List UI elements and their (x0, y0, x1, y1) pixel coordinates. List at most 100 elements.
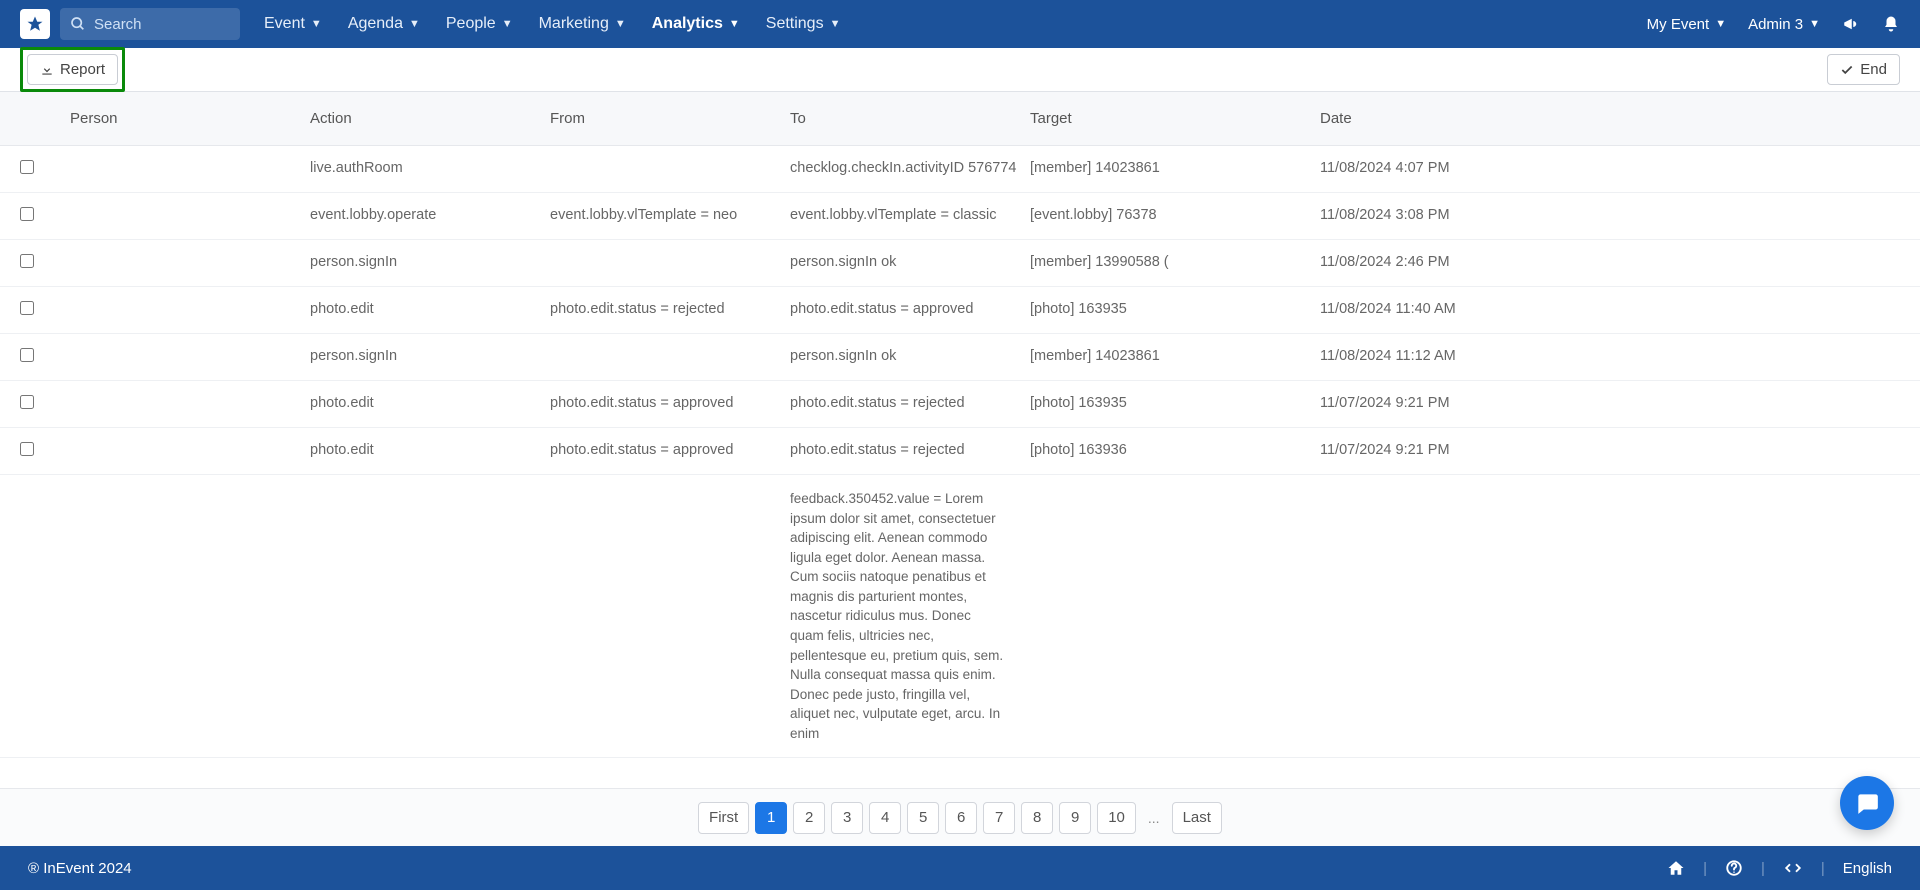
cell-to: checklog.checkIn.activityID 576774 (790, 160, 1030, 176)
search-icon (70, 16, 86, 32)
end-button[interactable]: End (1827, 54, 1900, 85)
cell-to: feedback.350452.value = Lorem ipsum dolo… (790, 489, 1020, 743)
table-row: event.lobby.operateevent.lobby.vlTemplat… (0, 193, 1920, 240)
cell-target: [member] 13990588 ( (1030, 254, 1320, 270)
chevron-down-icon: ▼ (502, 18, 513, 30)
row-checkbox[interactable] (20, 207, 34, 221)
toolbar: Report End (0, 48, 1920, 92)
check-icon (1840, 63, 1854, 77)
nav-item-agenda[interactable]: Agenda ▼ (348, 15, 420, 33)
cell-date: 11/07/2024 9:21 PM (1320, 395, 1900, 411)
page-10[interactable]: 10 (1097, 802, 1136, 834)
col-header-action: Action (310, 110, 550, 127)
announcements-icon[interactable] (1842, 15, 1860, 33)
footer-copyright: ® InEvent 2024 (28, 860, 132, 877)
cell-target: [photo] 163935 (1030, 395, 1320, 411)
nav-item-analytics[interactable]: Analytics ▼ (652, 15, 740, 33)
cell-date: 11/07/2024 9:21 PM (1320, 442, 1900, 458)
navbar-right: My Event ▼ Admin 3 ▼ (1647, 15, 1900, 33)
nav-item-settings[interactable]: Settings▼ (766, 15, 841, 33)
cell-date: 11/08/2024 3:08 PM (1320, 207, 1900, 223)
table-row: photo.editphoto.edit.status = approvedph… (0, 428, 1920, 475)
brand-logo[interactable] (20, 9, 50, 39)
chevron-down-icon: ▼ (1715, 18, 1726, 30)
nav-item-label: People (446, 15, 496, 33)
col-header-from: From (550, 110, 790, 127)
chevron-down-icon: ▼ (311, 18, 322, 30)
nav-item-people[interactable]: People ▼ (446, 15, 513, 33)
context-label: My Event (1647, 16, 1710, 33)
nav-item-label: Analytics (652, 15, 723, 33)
download-icon (40, 63, 54, 77)
nav-item-marketing[interactable]: Marketing▼ (539, 15, 626, 33)
chevron-down-icon: ▼ (1809, 18, 1820, 30)
page-1[interactable]: 1 (755, 802, 787, 834)
page-2[interactable]: 2 (793, 802, 825, 834)
main-menu: Event▼Agenda▼People▼Marketing▼Analytics▼… (264, 15, 840, 33)
row-checkbox[interactable] (20, 160, 34, 174)
page-3[interactable]: 3 (831, 802, 863, 834)
code-icon[interactable] (1783, 859, 1803, 877)
pagination: First12345678910... Last (0, 788, 1920, 846)
nav-item-label: Agenda (348, 15, 403, 33)
cell-to: photo.edit.status = approved (790, 301, 1030, 317)
page-ellipsis: ... (1142, 810, 1166, 826)
table-row: person.signInperson.signIn ok[member] 14… (0, 334, 1920, 381)
nav-item-event[interactable]: Event▼ (264, 15, 322, 33)
row-checkbox[interactable] (20, 395, 34, 409)
cell-to: event.lobby.vlTemplate = classic (790, 207, 1030, 223)
table-row: photo.editphoto.edit.status = rejectedph… (0, 287, 1920, 334)
search-box[interactable] (60, 8, 240, 40)
report-highlight: Report (20, 47, 125, 92)
row-checkbox[interactable] (20, 301, 34, 315)
page-5[interactable]: 5 (907, 802, 939, 834)
page-last[interactable]: Last (1172, 802, 1222, 834)
user-label: Admin 3 (1748, 16, 1803, 33)
chat-fab[interactable] (1840, 776, 1894, 830)
cell-to: person.signIn ok (790, 254, 1030, 270)
page-9[interactable]: 9 (1059, 802, 1091, 834)
table-row: photo.editphoto.edit.status = approvedph… (0, 381, 1920, 428)
col-header-target: Target (1030, 110, 1320, 127)
chevron-down-icon: ▼ (409, 18, 420, 30)
row-checkbox[interactable] (20, 254, 34, 268)
table-row: live.authRoom checklog.checkIn.activityID… (0, 146, 1920, 193)
cell-target: [member] 14023861 (1030, 160, 1320, 176)
table-row: person.signIn person.signIn ok[member] 13… (0, 240, 1920, 287)
notifications-icon[interactable] (1882, 15, 1900, 33)
table-body: live.authRoom checklog.checkIn.activityID… (0, 146, 1920, 788)
report-button[interactable]: Report (27, 54, 118, 85)
cell-to: photo.edit.status = rejected (790, 395, 1030, 411)
context-selector[interactable]: My Event ▼ (1647, 16, 1726, 33)
page-4[interactable]: 4 (869, 802, 901, 834)
cell-from: photo.edit.status = approved (550, 395, 790, 411)
row-checkbox[interactable] (20, 348, 34, 362)
cell-target: [member] 14023861 (1030, 348, 1320, 364)
help-icon[interactable] (1725, 859, 1743, 877)
cell-action: live.authRoom (310, 160, 550, 176)
page-first[interactable]: First (698, 802, 749, 834)
cell-to: photo.edit.status = rejected (790, 442, 1030, 458)
page-8[interactable]: 8 (1021, 802, 1053, 834)
language-selector[interactable]: English (1843, 860, 1892, 877)
cell-action: person.signIn (310, 254, 550, 270)
report-label: Report (60, 61, 105, 78)
cell-action: photo.edit (310, 442, 550, 458)
chevron-down-icon: ▼ (729, 18, 740, 30)
cell-action: photo.edit (310, 301, 550, 317)
row-checkbox[interactable] (20, 442, 34, 456)
cell-action: photo.edit (310, 395, 550, 411)
page-7[interactable]: 7 (983, 802, 1015, 834)
table-header-row: Person Action From To Target Date (0, 92, 1920, 146)
search-input[interactable] (94, 16, 230, 33)
cell-from: photo.edit.status = approved (550, 442, 790, 458)
cell-action: event.lobby.operate (310, 207, 550, 223)
col-header-to: To (790, 110, 1030, 127)
page-6[interactable]: 6 (945, 802, 977, 834)
col-header-person: Person (70, 110, 310, 127)
home-icon[interactable] (1667, 859, 1685, 877)
cell-date: 11/08/2024 11:40 AM (1320, 301, 1900, 317)
nav-item-label: Marketing (539, 15, 609, 33)
user-selector[interactable]: Admin 3 ▼ (1748, 16, 1820, 33)
cell-from: event.lobby.vlTemplate = neo (550, 207, 790, 223)
